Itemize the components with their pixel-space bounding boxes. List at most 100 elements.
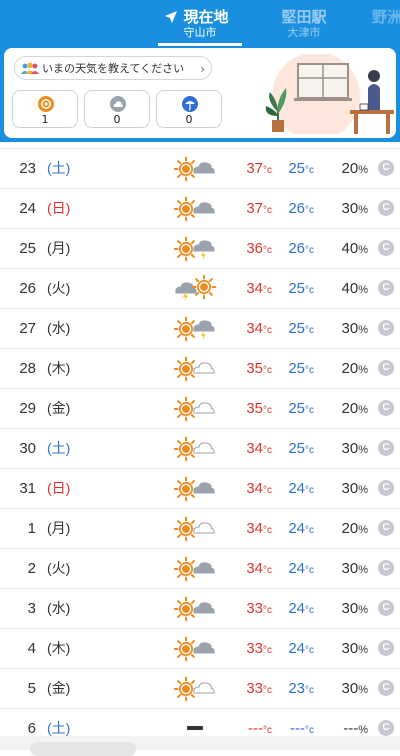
- sun-cloud-icon: [174, 636, 215, 662]
- low-temp-value: 25: [288, 280, 305, 297]
- precip-value: 20: [341, 520, 359, 537]
- forecast-row[interactable]: 2 (火) 34°c 24°c 30% C: [0, 549, 400, 589]
- report-weather-prompt-button[interactable]: いまの天気を教えてください ›: [14, 56, 212, 80]
- high-temp-value: 34: [246, 320, 263, 337]
- forecast-row[interactable]: 31 (日) 34°c 24°c 30% C: [0, 469, 400, 509]
- temp-unit: °c: [263, 605, 272, 616]
- detail-button[interactable]: C: [378, 240, 394, 256]
- low-temp-value: 26: [288, 240, 305, 257]
- temp-unit: °c: [305, 245, 314, 256]
- temp-unit: °c: [263, 525, 272, 536]
- high-temp-value: 34: [246, 520, 263, 537]
- umbrella-icon: [182, 96, 198, 112]
- tab-current-location-city: 守山市: [183, 26, 217, 39]
- tab-katata-station-city: 大津市: [287, 26, 321, 39]
- forecast-row[interactable]: 4 (木) 33°c 24°c 30% C: [0, 629, 400, 669]
- forecast-row[interactable]: 23 (土) 37°c 25°c 20% C: [0, 148, 400, 189]
- temp-unit: °c: [263, 565, 272, 576]
- detail-button[interactable]: C: [378, 520, 394, 536]
- percent-unit: %: [358, 644, 368, 656]
- forecast-low-temp: 26°c: [280, 229, 314, 270]
- forecast-day: 28: [19, 360, 36, 377]
- precip-value: 40: [341, 240, 359, 257]
- forecast-high-temp: 37°c: [238, 149, 272, 190]
- forecast-row[interactable]: 26 (火) 34°c 25°c 40% C: [0, 269, 400, 309]
- detail-button[interactable]: C: [378, 280, 394, 296]
- vote-rainy-button[interactable]: 0: [156, 90, 222, 128]
- forecast-row[interactable]: 25 (月) 36°c 26°c 40% C: [0, 229, 400, 269]
- forecast-day: 5: [27, 680, 36, 697]
- forecast-precip-chance: 30%: [330, 309, 368, 350]
- detail-button[interactable]: C: [378, 400, 394, 416]
- vote-cloudy-button[interactable]: 0: [84, 90, 150, 128]
- detail-button[interactable]: C: [378, 320, 394, 336]
- temp-unit: °c: [263, 165, 272, 176]
- temp-unit: °c: [263, 245, 272, 256]
- precip-value: 20: [341, 400, 359, 417]
- forecast-weekday: (日): [47, 480, 71, 496]
- forecast-row[interactable]: 24 (日) 37°c 26°c 30% C: [0, 189, 400, 229]
- temp-unit: °c: [305, 525, 314, 536]
- people-icon: [21, 62, 39, 74]
- vote-sunny-button[interactable]: 1: [12, 90, 78, 128]
- high-temp-value: 36: [246, 240, 263, 257]
- forecast-precip-chance: 30%: [330, 669, 368, 710]
- detail-button[interactable]: C: [378, 600, 394, 616]
- detail-button[interactable]: C: [378, 560, 394, 576]
- detail-button[interactable]: C: [378, 720, 394, 736]
- temp-unit: °c: [263, 405, 272, 416]
- tab-katata-station[interactable]: 堅田駅 大津市: [276, 8, 332, 40]
- precip-value: 20: [341, 360, 359, 377]
- low-temp-value: 26: [288, 200, 305, 217]
- forecast-row[interactable]: 28 (木) 35°c 25°c 20% C: [0, 349, 400, 389]
- temp-unit: °c: [305, 285, 314, 296]
- sun-cloud-icon: [174, 196, 215, 222]
- forecast-weekday: (金): [47, 400, 71, 416]
- precip-value: 30: [341, 320, 359, 337]
- temp-unit: °c: [305, 485, 314, 496]
- tab-next-location[interactable]: 野洲: [372, 8, 400, 26]
- detail-button[interactable]: C: [378, 480, 394, 496]
- forecast-row[interactable]: 1 (月) 34°c 24°c 20% C: [0, 509, 400, 549]
- detail-button[interactable]: C: [378, 680, 394, 696]
- detail-button[interactable]: C: [378, 360, 394, 376]
- forecast-day: 24: [19, 200, 36, 217]
- bottom-tab-bar: [0, 736, 400, 756]
- bottom-tab[interactable]: [30, 742, 136, 756]
- report-prompt-text: いまの天気を教えてください: [42, 62, 185, 75]
- detail-button[interactable]: C: [378, 160, 394, 176]
- low-temp-value: 25: [288, 440, 305, 457]
- temp-unit: °c: [305, 405, 314, 416]
- forecast-day: 4: [27, 640, 36, 657]
- percent-unit: %: [358, 324, 368, 336]
- forecast-row[interactable]: 27 (水) 34°c 25°c 30% C: [0, 309, 400, 349]
- detail-button[interactable]: C: [378, 640, 394, 656]
- forecast-row[interactable]: 30 (土) 34°c 25°c 30% C: [0, 429, 400, 469]
- sun-icon: [38, 96, 54, 112]
- forecast-precip-chance: 20%: [330, 349, 368, 390]
- tab-next-location-name: 野洲: [372, 8, 400, 26]
- forecast-row[interactable]: 29 (金) 35°c 25°c 20% C: [0, 389, 400, 429]
- forecast-row[interactable]: 5 (金) 33°c 23°c 30% C: [0, 669, 400, 709]
- forecast-high-temp: 34°c: [238, 309, 272, 350]
- forecast-day: 23: [19, 160, 36, 177]
- temp-unit: °c: [263, 205, 272, 216]
- forecast-low-temp: 25°c: [280, 429, 314, 470]
- sun-cloud-icon: [174, 156, 215, 182]
- temp-unit: °c: [263, 285, 272, 296]
- forecast-high-temp: 34°c: [238, 549, 272, 590]
- forecast-precip-chance: 30%: [330, 469, 368, 510]
- high-temp-value: 33: [246, 600, 263, 617]
- detail-button[interactable]: C: [378, 440, 394, 456]
- forecast-low-temp: 25°c: [280, 349, 314, 390]
- forecast-high-temp: 33°c: [238, 629, 272, 670]
- tab-current-location[interactable]: 現在地 守山市: [158, 8, 242, 46]
- forecast-low-temp: 24°c: [280, 589, 314, 630]
- forecast-row[interactable]: 3 (水) 33°c 24°c 30% C: [0, 589, 400, 629]
- forecast-weekday: (火): [47, 560, 71, 576]
- detail-button[interactable]: C: [378, 200, 394, 216]
- forecast-high-temp: 35°c: [238, 349, 272, 390]
- precip-value: 30: [341, 640, 359, 657]
- low-temp-value: 25: [288, 400, 305, 417]
- thunder-sun-icon: [175, 275, 216, 301]
